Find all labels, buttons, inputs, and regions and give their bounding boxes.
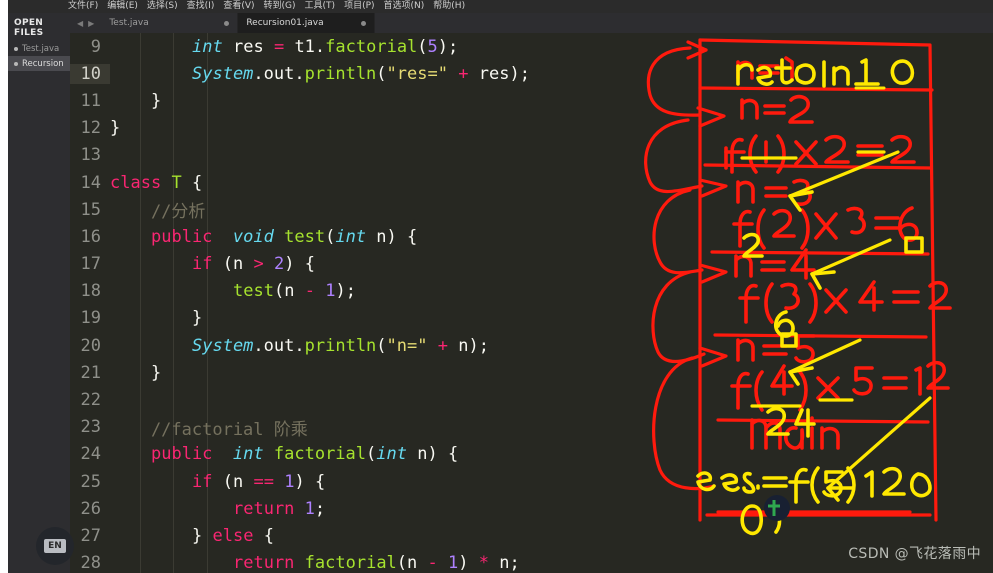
code-text[interactable]: int res = t1.factorial(5); bbox=[110, 37, 458, 57]
menu-item-2[interactable]: 选择(S) bbox=[147, 0, 178, 13]
menu-item-9[interactable]: 帮助(H) bbox=[433, 0, 465, 13]
left-edge-strip bbox=[0, 0, 8, 573]
code-line-26[interactable]: 26 return 1; bbox=[70, 495, 993, 522]
code-text[interactable]: public void test(int n) { bbox=[110, 227, 417, 247]
menu-item-1[interactable]: 编辑(E) bbox=[107, 0, 138, 13]
code-text[interactable]: if (n > 2) { bbox=[110, 254, 315, 274]
code-text[interactable]: return factorial(n - 1) * n; bbox=[110, 553, 520, 573]
line-number: 27 bbox=[80, 525, 101, 546]
sidebar-item-label: Recursion bbox=[22, 58, 64, 69]
code-text[interactable]: System.out.println("res=" + res); bbox=[110, 64, 530, 84]
code-text[interactable]: test(n - 1); bbox=[110, 281, 356, 301]
menu-item-6[interactable]: 工具(T) bbox=[305, 0, 336, 13]
csdn-watermark: CSDN @飞花落雨中 bbox=[848, 546, 981, 562]
code-text[interactable]: } else { bbox=[110, 526, 274, 546]
line-number: 14 bbox=[80, 172, 101, 193]
menu-item-8[interactable]: 首选项(N) bbox=[384, 0, 425, 13]
line-number: 23 bbox=[80, 417, 101, 438]
tab-label: Test.java bbox=[109, 18, 149, 28]
open-files-sidebar: OPEN FILES Test.java Recursion bbox=[8, 13, 70, 573]
tab-next-icon[interactable]: ▶ bbox=[88, 19, 94, 28]
line-number: 20 bbox=[80, 335, 101, 356]
line-number: 21 bbox=[80, 362, 101, 383]
code-text[interactable]: //分析 bbox=[110, 197, 205, 222]
sidebar-item-label: Test.java bbox=[22, 43, 60, 54]
line-number: 28 bbox=[80, 553, 101, 573]
code-line-11[interactable]: 11 } bbox=[70, 87, 993, 114]
code-text[interactable]: } bbox=[110, 308, 202, 328]
code-text[interactable]: return 1; bbox=[110, 499, 325, 519]
menu-item-5[interactable]: 转到(G) bbox=[264, 0, 296, 13]
tab-scroll-arrows[interactable]: ◀ ▶ bbox=[70, 13, 101, 33]
code-line-17[interactable]: 17 if (n > 2) { bbox=[70, 251, 993, 278]
code-line-13[interactable]: 13 bbox=[70, 142, 993, 169]
code-line-25[interactable]: 25 if (n == 1) { bbox=[70, 468, 993, 495]
code-text[interactable]: } bbox=[110, 118, 120, 138]
tab-1[interactable]: Recursion01.java bbox=[238, 13, 376, 33]
tab-prev-icon[interactable]: ◀ bbox=[77, 19, 83, 28]
file-dot-icon bbox=[14, 46, 18, 51]
code-line-24[interactable]: 24 public int factorial(int n) { bbox=[70, 441, 993, 468]
line-number: 19 bbox=[80, 308, 101, 329]
sidebar-item-1[interactable]: Recursion bbox=[8, 56, 70, 71]
line-number: 13 bbox=[80, 145, 101, 166]
line-number: 11 bbox=[80, 90, 101, 111]
tab-bar: ◀ ▶ Test.java Recursion01.java bbox=[70, 13, 993, 33]
code-line-22[interactable]: 22 bbox=[70, 386, 993, 413]
tab-modified-icon[interactable] bbox=[361, 20, 367, 26]
menu-item-3[interactable]: 查找(I) bbox=[187, 0, 215, 13]
tab-label: Recursion01.java bbox=[246, 18, 324, 28]
menu-item-0[interactable]: 文件(F) bbox=[68, 0, 98, 13]
code-line-23[interactable]: 23 //factorial 阶乘 bbox=[70, 414, 993, 441]
code-line-21[interactable]: 21 } bbox=[70, 359, 993, 386]
code-line-9[interactable]: 9 int res = t1.factorial(5); bbox=[70, 33, 993, 60]
sidebar-item-0[interactable]: Test.java bbox=[8, 41, 70, 56]
code-line-20[interactable]: 20 System.out.println("n=" + n); bbox=[70, 332, 993, 359]
file-dot-icon bbox=[14, 61, 18, 66]
code-line-10[interactable]: 10 System.out.println("res=" + res); bbox=[70, 60, 993, 87]
code-line-15[interactable]: 15 //分析 bbox=[70, 196, 993, 223]
code-line-14[interactable]: 14 class T { bbox=[70, 169, 993, 196]
line-number: 16 bbox=[80, 226, 101, 247]
line-number: 24 bbox=[80, 444, 101, 465]
code-line-16[interactable]: 16 public void test(int n) { bbox=[70, 223, 993, 250]
code-line-19[interactable]: 19 } bbox=[70, 305, 993, 332]
code-text[interactable]: } bbox=[110, 91, 161, 111]
line-number: 15 bbox=[80, 199, 101, 220]
line-number: 10 bbox=[70, 63, 110, 84]
tab-modified-icon[interactable] bbox=[224, 20, 230, 26]
code-line-18[interactable]: 18 test(n - 1); bbox=[70, 278, 993, 305]
app-window: 文件(F) 编辑(E) 选择(S) 查找(I) 查看(V) 转到(G) 工具(T) 项目(P)… bbox=[0, 0, 993, 573]
code-text[interactable]: public int factorial(int n) { bbox=[110, 444, 458, 464]
code-text[interactable]: //factorial 阶乘 bbox=[110, 415, 308, 440]
code-text[interactable]: if (n == 1) { bbox=[110, 472, 325, 492]
menu-item-7[interactable]: 项目(P) bbox=[344, 0, 374, 13]
line-number: 25 bbox=[80, 471, 101, 492]
line-number: 22 bbox=[80, 390, 101, 411]
ime-indicator: EN bbox=[36, 527, 74, 565]
ime-label: EN bbox=[44, 539, 66, 553]
code-editor[interactable]: 9 int res = t1.factorial(5); 10 System.ou… bbox=[70, 33, 993, 573]
code-line-12[interactable]: 12} bbox=[70, 115, 993, 142]
line-number: 18 bbox=[80, 281, 101, 302]
code-text[interactable]: class T { bbox=[110, 173, 202, 193]
line-number: 26 bbox=[80, 498, 101, 519]
line-number: 12 bbox=[80, 118, 101, 139]
line-number: 9 bbox=[90, 36, 101, 57]
code-text[interactable]: System.out.println("n=" + n); bbox=[110, 336, 489, 356]
menu-item-4[interactable]: 查看(V) bbox=[223, 0, 254, 13]
tab-bar-filler bbox=[375, 13, 993, 33]
sidebar-title: OPEN FILES bbox=[14, 18, 44, 38]
tab-0[interactable]: Test.java bbox=[101, 13, 239, 33]
line-number: 17 bbox=[80, 254, 101, 275]
menu-bar: 文件(F) 编辑(E) 选择(S) 查找(I) 查看(V) 转到(G) 工具(T) 项目(P)… bbox=[8, 0, 993, 13]
code-text[interactable]: } bbox=[110, 363, 161, 383]
